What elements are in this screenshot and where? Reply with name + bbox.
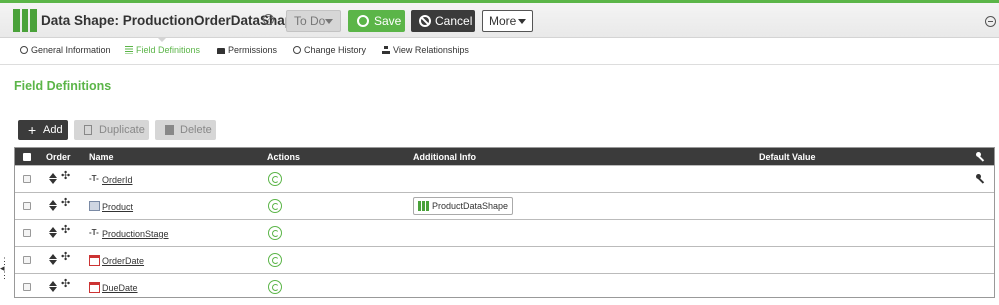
delete-label: Delete [180,124,212,136]
tab-label: Field Definitions [136,45,201,55]
sort-arrows-icon[interactable] [49,254,57,266]
move-handle-icon[interactable]: ✣ [61,170,70,182]
field-name-link[interactable]: OrderDate [102,256,144,266]
edit-action-icon[interactable] [268,199,282,213]
clock-icon [293,46,301,54]
chevron-down-icon [325,19,333,24]
side-panel-handle-icon[interactable]: ⋮ ◂ ⋮ [0,257,9,294]
select-all-checkbox[interactable] [23,153,31,161]
field-name-link[interactable]: OrderId [102,175,133,185]
edit-action-icon[interactable] [268,253,282,267]
field-name-link[interactable]: Product [102,202,133,212]
column-header-order[interactable]: Order [46,152,71,162]
tab-view-relationships[interactable]: View Relationships [382,45,469,55]
tab-change-history[interactable]: Change History [293,45,366,55]
date-type-icon [89,255,100,266]
tab-label: Permissions [228,45,278,55]
more-label: More [489,14,517,28]
additional-info-label: ProductDataShape [432,201,509,211]
move-handle-icon[interactable]: ✣ [61,197,70,209]
date-type-icon [89,282,100,293]
todo-dropdown-button[interactable]: To Do [286,10,341,32]
page-title: Data Shape: ProductionOrderDataShape [41,13,301,28]
field-name-link[interactable]: DueDate [102,283,138,293]
datashape-type-icon [89,201,100,211]
more-dropdown-button[interactable]: More [482,10,533,32]
trash-icon [165,125,174,135]
row-checkbox[interactable] [23,229,31,237]
string-type-icon: -T- [89,174,99,183]
tab-general-information[interactable]: General Information [20,45,111,55]
key-column-icon [976,152,985,161]
column-header-actions: Actions [267,152,301,162]
info-icon [20,46,28,54]
string-type-icon: -T- [89,228,99,237]
todo-label: To Do [294,14,326,28]
sort-arrows-icon[interactable] [49,173,57,185]
delete-button[interactable]: Delete [155,120,216,140]
tab-label: View Relationships [393,45,469,55]
sort-arrows-icon[interactable] [49,227,57,239]
help-icon[interactable]: ? [263,14,274,25]
sort-arrows-icon[interactable] [49,281,57,293]
cancel-icon [419,15,431,27]
add-button[interactable]: + Add [18,120,68,140]
move-handle-icon[interactable]: ✣ [61,224,70,236]
cancel-button[interactable]: Cancel [411,10,475,32]
collapse-icon[interactable] [985,16,996,27]
table-row[interactable]: ✣ -T- ProductionStage [15,219,994,246]
column-header-additional-info: Additional Info [413,152,476,162]
save-button[interactable]: Save [348,10,405,32]
edit-action-icon[interactable] [268,280,282,294]
edit-action-icon[interactable] [268,226,282,240]
column-header-default-value: Default Value [759,152,816,162]
plus-icon: + [28,122,37,138]
duplicate-label: Duplicate [99,124,145,136]
copy-icon [84,125,92,135]
move-handle-icon[interactable]: ✣ [61,278,70,290]
save-label: Save [374,14,402,28]
list-icon [125,46,133,54]
primary-key-icon [976,174,985,183]
row-checkbox[interactable] [23,175,31,183]
additional-info-datashape-link[interactable]: ProductDataShape [413,197,514,215]
edit-action-icon[interactable] [268,172,282,186]
table-row[interactable]: ✣ DueDate [15,273,994,298]
duplicate-button[interactable]: Duplicate [74,120,149,140]
datashape-logo-icon [13,9,38,32]
cancel-label: Cancel [435,14,473,28]
add-label: Add [43,124,63,136]
field-name-link[interactable]: ProductionStage [102,229,169,239]
table-header: Order Name Actions Additional Info Defau… [15,148,994,165]
row-checkbox[interactable] [23,202,31,210]
tab-field-definitions[interactable]: Field Definitions [125,45,200,55]
tab-label: Change History [304,45,367,55]
datashape-icon [418,201,429,211]
tree-icon [382,46,390,54]
tab-label: General Information [31,45,111,55]
tab-permissions[interactable]: Permissions [217,45,277,55]
field-definitions-table: Order Name Actions Additional Info Defau… [14,147,995,298]
save-circle-icon [357,15,369,27]
chevron-down-icon [518,19,526,24]
tab-bar: General Information Field Definitions Pe… [0,38,999,65]
sort-arrows-icon[interactable] [49,200,57,212]
section-title: Field Definitions [14,79,112,93]
row-checkbox[interactable] [23,283,31,291]
move-handle-icon[interactable]: ✣ [61,251,70,263]
table-row[interactable]: ✣ -T- OrderId [15,165,994,192]
header-bar: Data Shape: ProductionOrderDataShape ? T… [0,0,999,38]
lock-icon [217,48,225,54]
table-row[interactable]: ✣ OrderDate [15,246,994,273]
column-header-name[interactable]: Name [89,152,114,162]
row-checkbox[interactable] [23,256,31,264]
table-row[interactable]: ✣ Product ProductDataShape [15,192,994,219]
